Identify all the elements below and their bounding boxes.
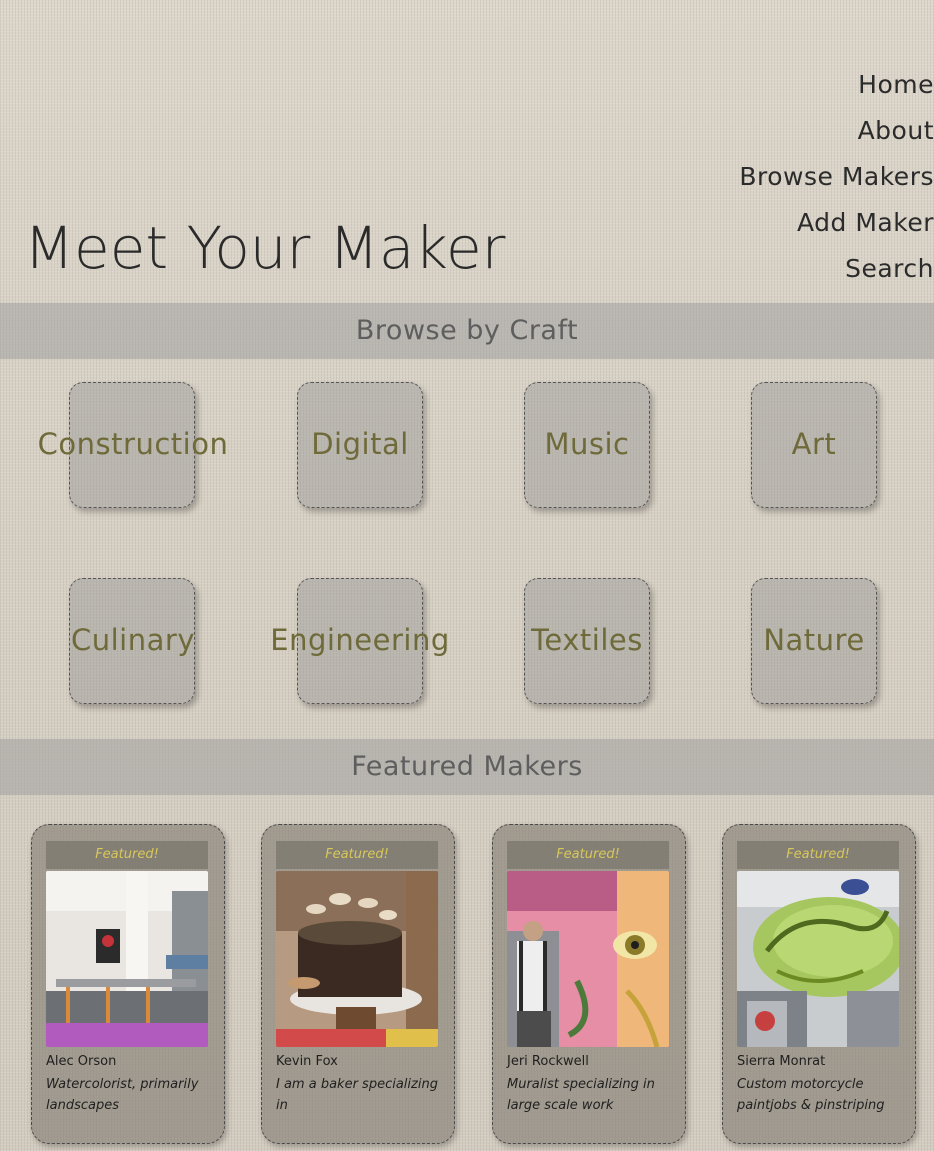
craft-label-textiles[interactable]: Textiles bbox=[467, 622, 707, 658]
craft-label-construction[interactable]: Construction bbox=[13, 426, 253, 462]
browse-by-craft-heading: Browse by Craft bbox=[0, 303, 934, 359]
featured-badge: Featured! bbox=[507, 841, 669, 869]
maker-photo[interactable] bbox=[507, 871, 669, 1047]
maker-photo[interactable] bbox=[46, 871, 208, 1047]
maker-photo-image bbox=[737, 871, 899, 1047]
maker-card[interactable]: Featured! Alec Orson Watercolorist, prim… bbox=[31, 824, 225, 1144]
craft-label-culinary[interactable]: Culinary bbox=[13, 622, 253, 658]
maker-description: I am a baker specializing in bbox=[276, 1077, 438, 1113]
craft-label-engineering[interactable]: Engineering bbox=[240, 622, 480, 658]
maker-photo-image bbox=[507, 871, 669, 1047]
maker-card[interactable]: Featured! Jeri Rockwell Muralist special… bbox=[492, 824, 686, 1144]
featured-badge: Featured! bbox=[46, 841, 208, 869]
maker-name[interactable]: Sierra Monrat bbox=[737, 1054, 825, 1069]
nav-search-link[interactable]: Search bbox=[739, 246, 934, 292]
maker-card[interactable]: Featured! Sierra Monrat Custom motorcycl… bbox=[722, 824, 916, 1144]
nav-add-maker-link[interactable]: Add Maker bbox=[739, 200, 934, 246]
maker-name[interactable]: Kevin Fox bbox=[276, 1054, 338, 1069]
maker-photo[interactable] bbox=[737, 871, 899, 1047]
maker-name[interactable]: Alec Orson bbox=[46, 1054, 116, 1069]
nav-browse-makers-link[interactable]: Browse Makers bbox=[739, 154, 934, 200]
maker-photo-image bbox=[276, 871, 438, 1047]
main-nav: Home About Browse Makers Add Maker Searc… bbox=[739, 62, 934, 292]
nav-about-link[interactable]: About bbox=[739, 108, 934, 154]
maker-name[interactable]: Jeri Rockwell bbox=[507, 1054, 589, 1069]
maker-photo[interactable] bbox=[276, 871, 438, 1047]
maker-description: Muralist specializing in large scale wor… bbox=[507, 1077, 655, 1113]
featured-badge: Featured! bbox=[276, 841, 438, 869]
craft-label-music[interactable]: Music bbox=[467, 426, 707, 462]
featured-badge: Featured! bbox=[737, 841, 899, 869]
nav-home-link[interactable]: Home bbox=[739, 62, 934, 108]
craft-label-art[interactable]: Art bbox=[694, 426, 934, 462]
site-title: Meet Your Maker bbox=[24, 214, 506, 282]
maker-photo-image bbox=[46, 871, 208, 1047]
featured-makers-heading: Featured Makers bbox=[0, 739, 934, 795]
craft-label-nature[interactable]: Nature bbox=[694, 622, 934, 658]
maker-description: Custom motorcycle paintjobs & pinstripin… bbox=[737, 1077, 885, 1113]
maker-card[interactable]: Featured! Kevin Fox I am a baker special… bbox=[261, 824, 455, 1144]
craft-label-digital[interactable]: Digital bbox=[240, 426, 480, 462]
maker-description: Watercolorist, primarily landscapes bbox=[46, 1077, 199, 1113]
